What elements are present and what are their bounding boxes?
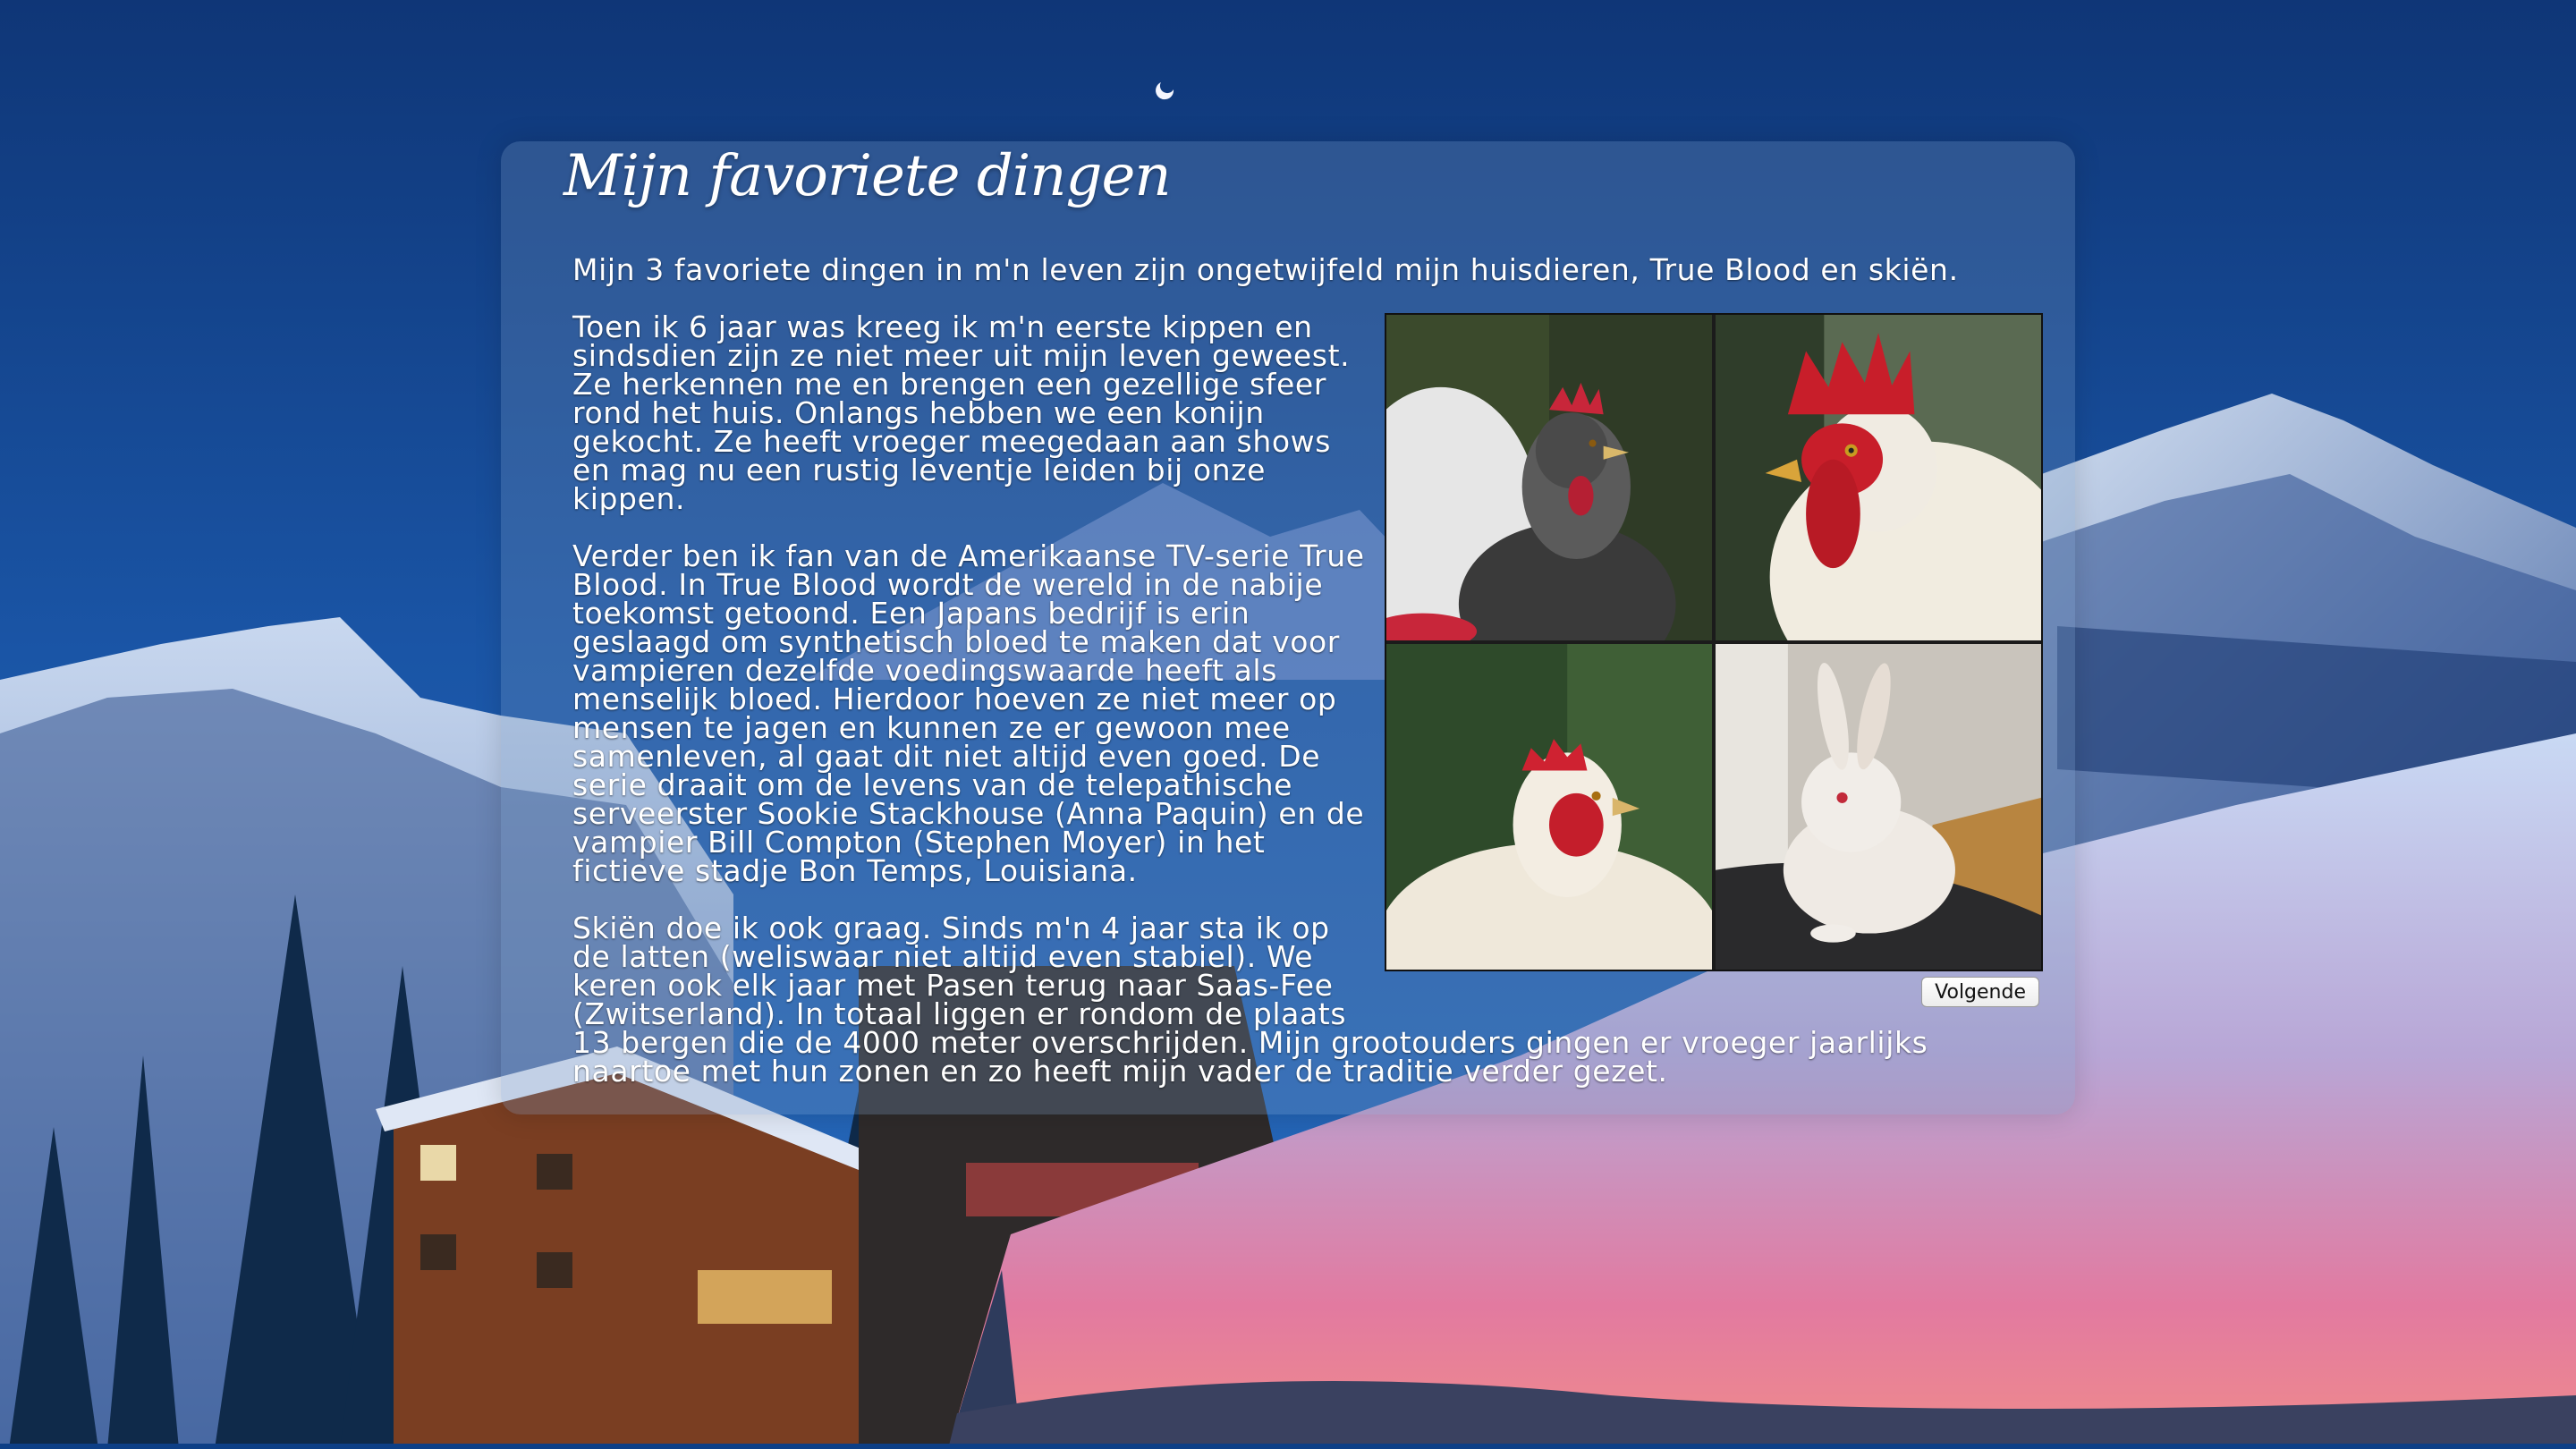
- speckled-hen-photo: [1386, 315, 1712, 640]
- next-button[interactable]: Volgende: [1921, 977, 2039, 1007]
- article-content: Mijn 3 favoriete dingen in m'n leven zij…: [572, 252, 2048, 1114]
- white-rooster-photo: [1716, 315, 2041, 640]
- page-title: Mijn favoriete dingen: [564, 143, 1172, 209]
- white-hen-photo: [1386, 644, 1712, 970]
- content-panel: Mijn favoriete dingen Mijn 3 favoriete d…: [501, 141, 2075, 1114]
- photo-slideshow: Volgende: [1385, 313, 2043, 1007]
- bottom-edge: [0, 1444, 2576, 1449]
- intro-paragraph: Mijn 3 favoriete dingen in m'n leven zij…: [572, 252, 1959, 287]
- photo-grid: [1385, 313, 2043, 971]
- white-rabbit-photo: [1716, 644, 2041, 970]
